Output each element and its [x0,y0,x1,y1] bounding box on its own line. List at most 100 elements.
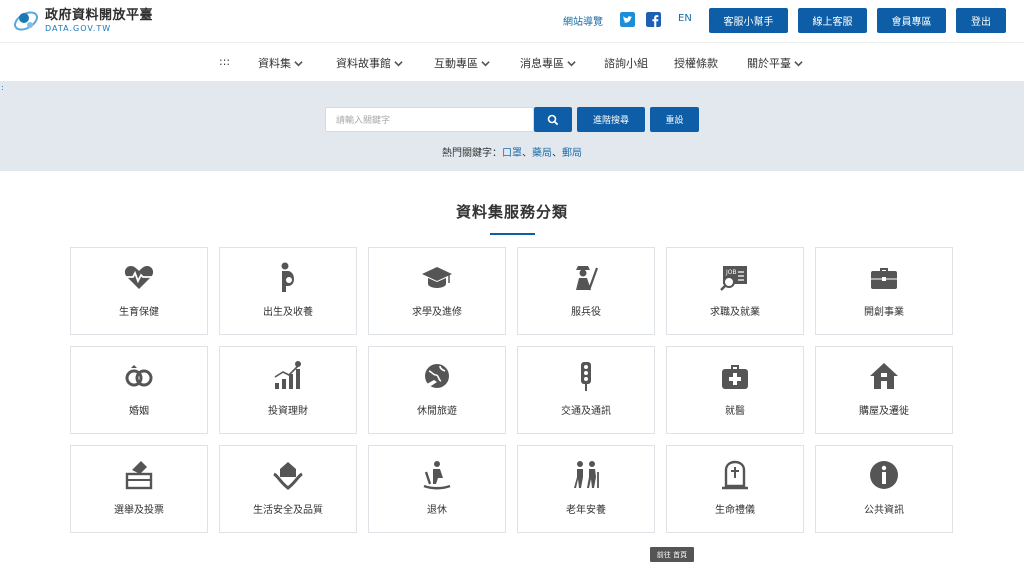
nav-item-license[interactable]: 授權條款 [674,55,718,71]
category-card[interactable]: 退休 [368,445,506,533]
hot-keywords-label: 熱門關鍵字： [442,148,502,159]
category-label: 公共資訊 [864,505,904,516]
nav-item-advisory[interactable]: 諮詢小組 [604,55,648,71]
category-card[interactable]: 生育保健 [70,247,208,335]
category-label: 求職及就業 [710,307,760,318]
category-label: 投資理財 [268,406,308,417]
reset-button[interactable]: 重設 [650,107,699,132]
category-card[interactable]: 開創事業 [815,247,953,335]
search-button[interactable] [534,107,572,132]
chevron-down-icon [794,60,803,66]
category-card[interactable]: 休閒旅遊 [368,346,506,434]
briefcase-icon [871,268,897,289]
nav-item-label: 消息專區 [520,57,564,70]
category-card[interactable]: 生活安全及品質 [219,445,357,533]
member-area-button[interactable]: 會員專區 [877,8,946,33]
category-card[interactable]: 出生及收養 [219,247,357,335]
first-aid-icon [722,365,748,389]
advanced-search-button[interactable]: 進階搜尋 [577,107,645,132]
info-icon [870,461,898,489]
svg-text:JOB: JOB [725,269,737,276]
chevron-down-icon [294,60,303,66]
facebook-icon[interactable] [646,12,661,27]
top-bar: 政府資料開放平臺 DATA.GOV.TW 網站導覽 EN 客服小幫手 線上客服 … [0,0,1024,42]
gravestone-icon [722,460,748,490]
chevron-down-icon [394,60,403,66]
category-label: 服兵役 [571,307,601,318]
chevron-down-icon [567,60,576,66]
side-marker: : [1,83,4,92]
logo-title: 政府資料開放平臺 [45,8,154,23]
online-service-button[interactable]: 線上客服 [798,8,867,33]
nav-item-datasets[interactable]: 資料集 [258,55,303,71]
category-card[interactable]: JOB 求職及就業 [666,247,804,335]
heart-pulse-icon [124,266,154,289]
category-card[interactable]: 生命禮儀 [666,445,804,533]
category-card[interactable]: 服兵役 [517,247,655,335]
category-label: 老年安養 [566,505,606,516]
section-title: 資料集服務分類 [455,203,568,221]
category-card[interactable]: 購屋及遷徙 [815,346,953,434]
category-label: 生育保健 [119,307,159,318]
category-label: 生命禮儀 [715,505,755,516]
soldier-icon [576,266,599,291]
hot-keyword-link[interactable]: 口罩 [502,148,522,159]
category-label: 就醫 [725,406,745,417]
search-icon [547,114,559,125]
section-title-underline [490,233,535,235]
category-label: 交通及通訊 [561,406,611,417]
hot-keyword-link[interactable]: 郵局 [562,148,582,159]
hot-keyword-link[interactable]: 藥局 [532,148,552,159]
logout-button[interactable]: 登出 [956,8,1006,33]
sitemap-link[interactable]: 網站導覽 [563,13,603,28]
category-card[interactable]: 交通及通訊 [517,346,655,434]
nav-menu-toggle[interactable]: ::: [219,55,230,68]
category-label: 購屋及遷徙 [859,406,909,417]
language-switch[interactable]: EN [678,13,692,24]
logo-subtitle: DATA.GOV.TW [45,24,112,33]
nav-item-label: 互動專區 [434,57,478,70]
category-label: 婚姻 [129,406,149,417]
category-card[interactable]: 公共資訊 [815,445,953,533]
category-card[interactable]: 投資理財 [219,346,357,434]
category-label: 選舉及投票 [114,505,164,516]
house-icon [870,363,898,389]
category-label: 開創事業 [864,307,904,318]
nav-item-label: 關於平臺 [747,57,791,70]
nav-item-news[interactable]: 消息專區 [520,55,576,71]
category-card[interactable]: 就醫 [666,346,804,434]
pregnant-icon [281,262,294,292]
elderly-couple-icon [574,461,599,488]
category-label: 生活安全及品質 [253,505,323,516]
rings-icon [125,365,153,387]
category-label: 退休 [427,505,447,516]
keyword-separator: 、 [522,148,532,159]
globe-plane-icon [425,364,449,388]
twitter-icon[interactable] [620,12,635,27]
growth-chart-icon [274,361,301,389]
main-nav: ::: 資料集 資料故事館 互動專區 消息專區 諮詢小組 授權條款 關於平臺 [0,42,1024,80]
home-tooltip: 前往 首頁 [650,547,694,562]
category-card[interactable]: 選舉及投票 [70,445,208,533]
nav-item-label: 資料集 [258,57,291,70]
chevron-down-icon [481,60,490,66]
category-card[interactable]: 求學及進修 [368,247,506,335]
ballot-box-icon [125,461,153,490]
job-search-icon: JOB [720,266,747,291]
protected-home-icon [273,462,303,490]
nav-item-interactive[interactable]: 互動專區 [434,55,490,71]
nav-item-label: 資料故事館 [336,57,391,70]
category-label: 求學及進修 [412,307,462,318]
helper-button[interactable]: 客服小幫手 [709,8,788,33]
nav-item-about[interactable]: 關於平臺 [747,55,803,71]
nav-item-stories[interactable]: 資料故事館 [336,55,403,71]
traffic-light-icon [581,362,591,391]
category-label: 出生及收養 [263,307,313,318]
search-band: : 請輸入關鍵字 進階搜尋 重設 熱門關鍵字：口罩、藥局、郵局 [0,81,1024,171]
category-card[interactable]: 婚姻 [70,346,208,434]
logo-mark-icon [14,11,38,31]
category-card[interactable]: 老年安養 [517,445,655,533]
search-input[interactable]: 請輸入關鍵字 [325,107,534,132]
keyword-separator: 、 [552,148,562,159]
site-logo[interactable]: 政府資料開放平臺 DATA.GOV.TW [12,7,153,35]
